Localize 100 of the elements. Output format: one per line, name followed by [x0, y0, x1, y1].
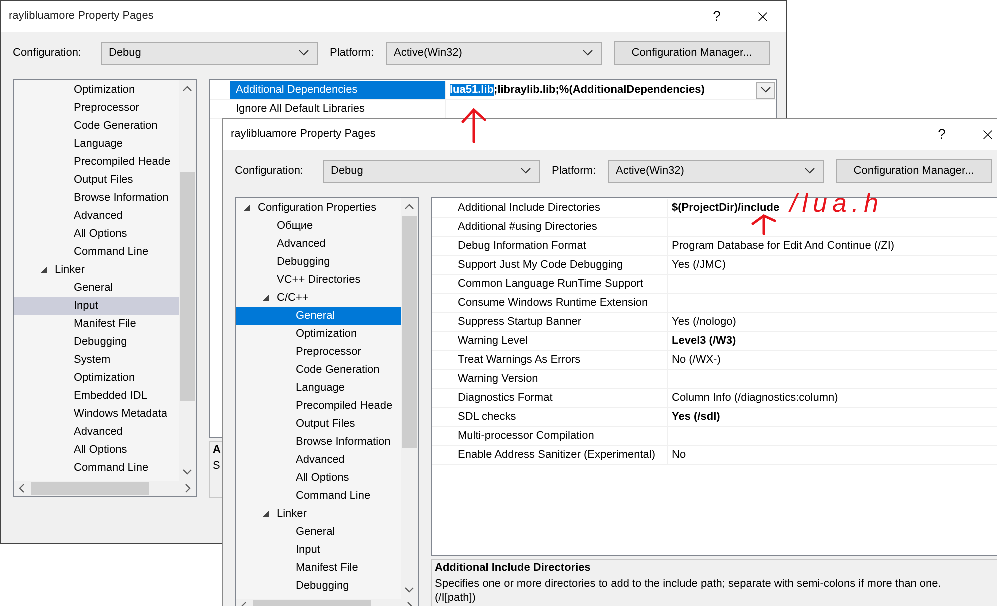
property-value[interactable]: Yes (/nologo) [672, 314, 736, 330]
tree-item[interactable]: Advanced [14, 207, 179, 225]
tree-item[interactable]: Input [14, 297, 179, 315]
property-label[interactable]: Warning Level [452, 332, 668, 350]
property-value[interactable]: Yes (/JMC) [672, 256, 726, 274]
tree-item[interactable]: General [14, 279, 179, 297]
dropdown[interactable]: Active(Win32) [386, 42, 602, 64]
property-label[interactable]: Support Just My Code Debugging [452, 256, 668, 274]
property-value[interactable]: Level3 (/W3) [672, 332, 736, 350]
configuration-manager-button[interactable]: Configuration Manager... [614, 41, 770, 65]
tree-item[interactable]: Language [236, 379, 401, 397]
chevron-down-icon [805, 168, 815, 174]
tree-item[interactable]: All Options [14, 441, 179, 459]
property-label[interactable]: Common Language RunTime Support [452, 275, 668, 293]
description-title: A [213, 443, 221, 457]
tree-item[interactable]: Optimization [14, 369, 179, 387]
tree-item[interactable]: Output Files [14, 171, 179, 189]
tree-item[interactable]: Advanced [236, 235, 401, 253]
tree-item[interactable]: Advanced [236, 451, 401, 469]
property-label[interactable]: Debug Information Format [452, 237, 668, 255]
tree-item[interactable]: System [14, 351, 179, 369]
tree-item[interactable]: Debugging [236, 253, 401, 271]
tree-item[interactable]: Embedded IDL [14, 387, 179, 405]
expanded-triangle-icon[interactable] [263, 294, 270, 302]
tree-item[interactable]: Manifest File [236, 559, 401, 577]
tree-item[interactable]: Precompiled Heade [236, 397, 401, 415]
tree-item[interactable]: Preprocessor [236, 343, 401, 361]
property-label[interactable]: Additional Include Directories [452, 199, 668, 217]
vertical-scrollbar[interactable] [401, 198, 418, 599]
chevron-down-icon [521, 168, 531, 174]
property-label[interactable]: Warning Version [452, 370, 668, 388]
tree-item[interactable]: All Options [236, 469, 401, 487]
tree-item[interactable]: Debugging [236, 577, 401, 595]
tree-item[interactable]: Windows Metadata [14, 405, 179, 423]
property-value[interactable]: Column Info (/diagnostics:column) [672, 390, 838, 406]
tree-item[interactable]: Linker [14, 261, 179, 279]
tree-item[interactable]: Optimization [236, 325, 401, 343]
property-label[interactable]: SDL checks [452, 408, 668, 426]
dropdown[interactable]: Debug [323, 160, 540, 182]
tree-item[interactable]: Debugging [14, 333, 179, 351]
scroll-up-icon[interactable] [405, 204, 414, 210]
help-button[interactable]: ? [694, 1, 740, 32]
tree-item[interactable]: Precompiled Heade [14, 153, 179, 171]
tree-item[interactable]: Input [236, 541, 401, 559]
tree-item[interactable]: General [236, 523, 401, 541]
property-value[interactable]: Yes (/sdl) [672, 408, 720, 426]
expanded-triangle-icon[interactable] [263, 510, 270, 518]
property-label[interactable]: Enable Address Sanitizer (Experimental) [452, 446, 668, 464]
vertical-scrollbar[interactable] [179, 80, 196, 481]
dropdown[interactable]: Debug [101, 42, 318, 64]
property-label[interactable]: Additional Dependencies [230, 81, 446, 99]
tree-item[interactable]: Output Files [236, 415, 401, 433]
tree-item[interactable]: VC++ Directories [236, 271, 401, 289]
tree-item[interactable]: General [236, 307, 401, 325]
scroll-up-icon[interactable] [183, 86, 192, 92]
tree-item[interactable]: C/C++ [236, 289, 401, 307]
tree-item[interactable]: Command Line [14, 459, 179, 477]
configuration-manager-button[interactable]: Configuration Manager... [836, 159, 992, 183]
property-label[interactable]: Suppress Startup Banner [452, 313, 668, 331]
scroll-right-icon[interactable] [185, 484, 191, 493]
help-button[interactable]: ? [919, 119, 965, 150]
description-title: Additional Include Directories [435, 561, 591, 575]
description-text: S [213, 459, 220, 473]
property-label[interactable]: Diagnostics Format [452, 389, 668, 407]
tree-item[interactable]: Code Generation [236, 361, 401, 379]
expanded-triangle-icon[interactable] [244, 204, 251, 212]
tree-item[interactable]: Linker [236, 505, 401, 523]
tree-item[interactable]: Language [14, 135, 179, 153]
tree-item[interactable]: Advanced [14, 423, 179, 441]
property-value[interactable]: $(ProjectDir)/include [672, 200, 780, 216]
dropdown-button[interactable] [756, 82, 775, 98]
property-label[interactable]: Treat Warnings As Errors [452, 351, 668, 369]
property-label[interactable]: Additional #using Directories [452, 218, 668, 236]
tree-item[interactable]: Browse Information [236, 433, 401, 451]
platform-label: Platform: [330, 46, 376, 61]
property-label[interactable]: Multi-processor Compilation [452, 427, 668, 445]
property-value[interactable]: lua51.lib;libraylib.lib;%(AdditionalDependencies) [450, 82, 705, 98]
tree-item[interactable]: Command Line [14, 243, 179, 261]
tree-item[interactable]: Manifest File [14, 315, 179, 333]
property-value[interactable]: No [672, 446, 686, 464]
annotation-note: /lua.h [790, 188, 884, 218]
property-label[interactable]: Consume Windows Runtime Extension [452, 294, 668, 312]
tree-item[interactable]: Configuration Properties [236, 199, 401, 217]
chevron-down-icon [299, 50, 309, 56]
expanded-triangle-icon[interactable] [41, 266, 48, 274]
tree-item[interactable]: Browse Information [14, 189, 179, 207]
dropdown[interactable]: Active(Win32) [608, 160, 824, 182]
tree-item[interactable]: Общие [236, 217, 401, 235]
horizontal-scrollbar[interactable] [14, 481, 196, 496]
tree-item[interactable]: Code Generation [14, 117, 179, 135]
window-title: raylibluamore Property Pages [230, 127, 377, 142]
tree-item[interactable]: Optimization [14, 81, 179, 99]
scroll-down-icon[interactable] [183, 469, 192, 475]
scroll-down-icon[interactable] [405, 587, 414, 593]
scroll-left-icon[interactable] [19, 484, 25, 493]
tree-item[interactable]: Command Line [236, 487, 401, 505]
property-value[interactable]: Program Database for Edit And Continue (/ZI) [672, 238, 895, 254]
tree-item[interactable]: All Options [14, 225, 179, 243]
tree-item[interactable]: Preprocessor [14, 99, 179, 117]
property-value[interactable]: No (/WX-) [672, 352, 721, 368]
